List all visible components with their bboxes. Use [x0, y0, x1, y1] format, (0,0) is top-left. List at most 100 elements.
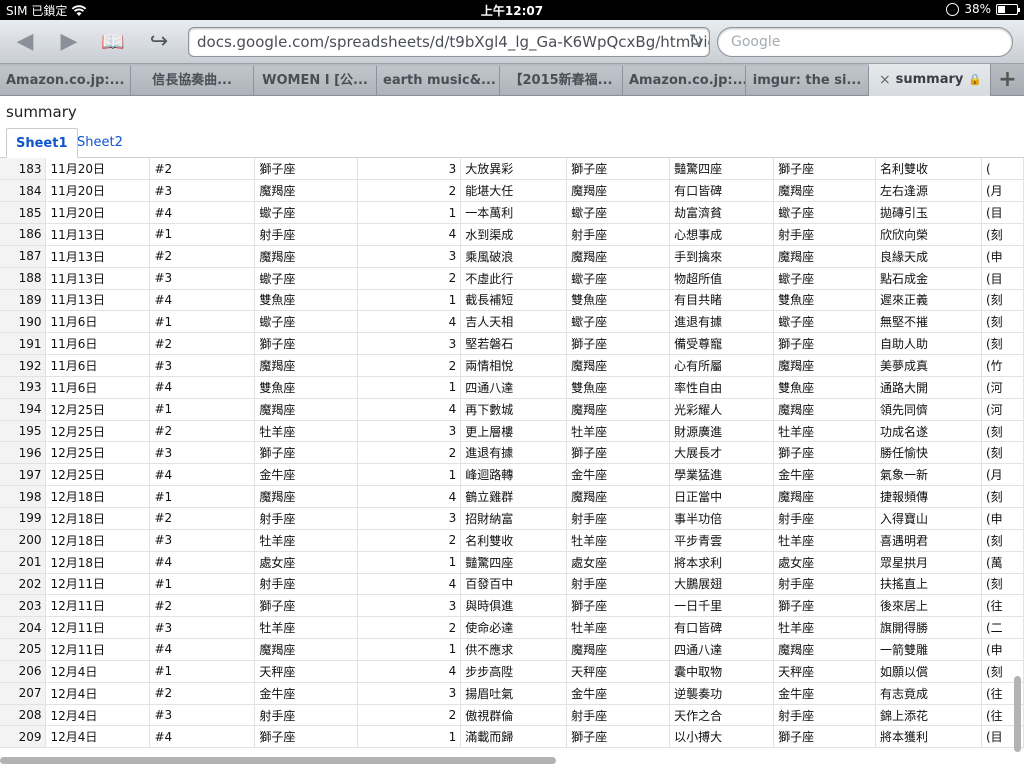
- table-cell[interactable]: 囊中取物: [669, 660, 775, 683]
- table-cell[interactable]: #1: [149, 398, 256, 421]
- table-cell[interactable]: 步步高陞: [460, 660, 568, 683]
- table-cell[interactable]: 招財納富: [460, 507, 568, 530]
- table-cell[interactable]: 魔羯座: [254, 638, 359, 661]
- table-cell[interactable]: (河: [981, 376, 1024, 399]
- table-cell[interactable]: 乘風破浪: [460, 245, 568, 268]
- back-icon[interactable]: ◀: [10, 28, 40, 56]
- table-cell[interactable]: 4: [357, 223, 462, 246]
- table-cell[interactable]: 點石成金: [875, 267, 982, 290]
- table-cell[interactable]: 1: [357, 201, 462, 225]
- table-cell[interactable]: 左右逢源: [875, 179, 982, 203]
- table-cell[interactable]: (刻: [981, 420, 1024, 443]
- table-cell[interactable]: 牡羊座: [566, 616, 671, 640]
- table-cell[interactable]: 率性自由: [669, 376, 775, 399]
- table-cell[interactable]: 牡羊座: [773, 529, 876, 552]
- table-cell[interactable]: 魔羯座: [566, 398, 671, 421]
- table-cell[interactable]: 3: [357, 507, 462, 530]
- table-cell[interactable]: 名利雙收: [460, 529, 568, 552]
- table-cell[interactable]: 通路大開: [875, 376, 982, 399]
- table-cell[interactable]: (刻: [981, 485, 1024, 508]
- table-cell[interactable]: 雙魚座: [773, 289, 876, 312]
- share-icon[interactable]: ↪: [144, 28, 174, 56]
- table-cell[interactable]: 蠍子座: [566, 201, 671, 225]
- table-cell[interactable]: 功成名遂: [875, 420, 982, 443]
- table-cell[interactable]: 有目共睹: [669, 289, 775, 312]
- vertical-scrollbar[interactable]: [1014, 676, 1021, 752]
- table-cell[interactable]: 滿載而歸: [460, 725, 568, 749]
- tab-4[interactable]: earth music&...: [377, 66, 500, 95]
- table-cell[interactable]: 不虛此行: [460, 267, 568, 290]
- table-cell[interactable]: 四通八達: [460, 376, 568, 399]
- table-cell[interactable]: 11月13日: [45, 289, 151, 312]
- table-cell[interactable]: 扶搖直上: [875, 573, 982, 596]
- table-cell[interactable]: 2: [357, 267, 462, 290]
- table-cell[interactable]: 射手座: [566, 704, 671, 727]
- reload-icon[interactable]: ↻: [689, 31, 703, 51]
- table-cell[interactable]: (月: [981, 179, 1024, 203]
- table-cell[interactable]: 獅子座: [566, 725, 671, 749]
- tab-7[interactable]: imgur: the si...: [746, 66, 869, 95]
- table-cell[interactable]: 將本求利: [669, 551, 775, 574]
- table-cell[interactable]: 12月25日: [45, 420, 151, 443]
- table-cell[interactable]: (目: [981, 267, 1024, 290]
- table-cell[interactable]: 1: [357, 725, 462, 749]
- close-tab-icon[interactable]: ×: [879, 64, 891, 96]
- table-cell[interactable]: 水到渠成: [460, 223, 568, 246]
- table-cell[interactable]: 射手座: [773, 573, 876, 596]
- table-cell[interactable]: #2: [149, 332, 256, 356]
- table-cell[interactable]: 12月11日: [45, 616, 151, 640]
- table-cell[interactable]: 3: [357, 245, 462, 268]
- table-cell[interactable]: (刻: [981, 441, 1024, 465]
- table-cell[interactable]: 再下數城: [460, 398, 568, 421]
- table-cell[interactable]: (刻: [981, 289, 1024, 312]
- table-cell[interactable]: #3: [149, 616, 256, 640]
- table-cell[interactable]: #2: [149, 594, 256, 618]
- table-cell[interactable]: 2: [357, 704, 462, 727]
- tab-2[interactable]: 信長協奏曲...: [131, 66, 254, 95]
- table-cell[interactable]: 射手座: [254, 223, 359, 246]
- table-cell[interactable]: #3: [149, 529, 256, 552]
- table-cell[interactable]: #3: [149, 704, 256, 727]
- table-cell[interactable]: #2: [149, 507, 256, 530]
- table-cell[interactable]: 4: [357, 485, 462, 508]
- table-cell[interactable]: 獅子座: [566, 594, 671, 618]
- table-cell[interactable]: 揚眉吐氣: [460, 682, 568, 705]
- table-cell[interactable]: 進退有據: [669, 310, 775, 334]
- table-cell[interactable]: 拋磚引玉: [875, 201, 982, 225]
- table-cell[interactable]: 蠍子座: [773, 201, 876, 225]
- table-cell[interactable]: (月: [981, 463, 1024, 487]
- table-cell[interactable]: 牡羊座: [254, 529, 359, 552]
- table-cell[interactable]: 雙魚座: [254, 376, 359, 399]
- table-cell[interactable]: (二: [981, 616, 1024, 640]
- table-cell[interactable]: 截長補短: [460, 289, 568, 312]
- table-cell[interactable]: #3: [149, 179, 256, 203]
- table-cell[interactable]: #4: [149, 201, 256, 225]
- table-cell[interactable]: 有口皆碑: [669, 179, 775, 203]
- table-cell[interactable]: 魔羯座: [254, 485, 359, 508]
- table-cell[interactable]: 學業猛進: [669, 463, 775, 487]
- table-cell[interactable]: 逆襲奏功: [669, 682, 775, 705]
- table-cell[interactable]: 獅子座: [773, 332, 876, 356]
- table-cell[interactable]: (河: [981, 398, 1024, 421]
- table-cell[interactable]: 手到擒來: [669, 245, 775, 268]
- tab-5[interactable]: 【2015新春福...: [500, 66, 623, 95]
- table-cell[interactable]: #4: [149, 638, 256, 661]
- table-cell[interactable]: 牡羊座: [566, 529, 671, 552]
- table-cell[interactable]: #4: [149, 725, 256, 749]
- table-cell[interactable]: 大放異彩: [460, 158, 568, 181]
- table-cell[interactable]: 心有所屬: [669, 354, 775, 377]
- table-cell[interactable]: 12月11日: [45, 573, 151, 596]
- table-cell[interactable]: 更上層樓: [460, 420, 568, 443]
- table-cell[interactable]: 自助人助: [875, 332, 982, 356]
- table-cell[interactable]: 魔羯座: [566, 179, 671, 203]
- table-cell[interactable]: 獅子座: [773, 441, 876, 465]
- table-cell[interactable]: 11月20日: [45, 201, 151, 225]
- table-cell[interactable]: 百發百中: [460, 573, 568, 596]
- spreadsheet-grid[interactable]: 183 11月20日 #2 獅子座 3 大放異彩 獅子座 豔驚四座 獅子座 名利雙收(184 11月…: [0, 158, 1024, 752]
- table-cell[interactable]: 12月18日: [45, 485, 151, 508]
- table-cell[interactable]: 一本萬利: [460, 201, 568, 225]
- table-cell[interactable]: #4: [149, 551, 256, 574]
- table-cell[interactable]: 魔羯座: [566, 638, 671, 661]
- table-cell[interactable]: 牡羊座: [254, 420, 359, 443]
- table-cell[interactable]: 心想事成: [669, 223, 775, 246]
